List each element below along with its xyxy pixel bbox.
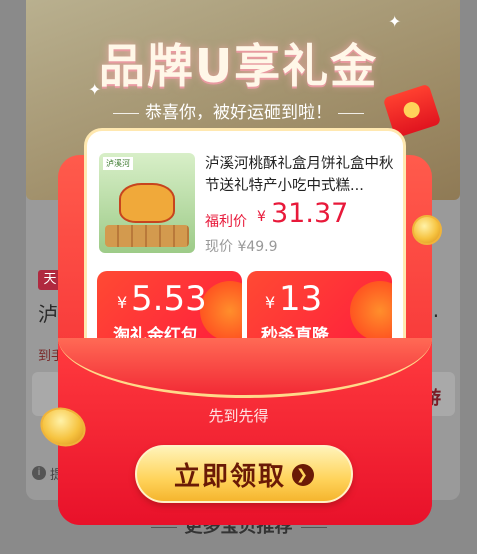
- coupon-currency: ¥: [117, 293, 128, 312]
- popup-title: 品牌U享礼金: [98, 39, 379, 93]
- chevron-right-icon: ❯: [292, 463, 314, 486]
- coupon-amount: 5.53: [131, 279, 207, 319]
- sparkle-icon: ✦: [388, 12, 402, 31]
- price-currency: ¥: [257, 209, 266, 225]
- coupon-currency: ¥: [265, 293, 276, 312]
- original-price: 现价 ¥49.9: [205, 239, 278, 255]
- coupon-decoration: [350, 281, 392, 341]
- first-come-text: 先到先得: [208, 407, 269, 425]
- pastries-graphic: [105, 225, 189, 247]
- welfare-price: 31.37: [271, 198, 349, 229]
- claim-now-button[interactable]: 立即领取 ❯: [135, 445, 353, 503]
- product-image: 泸溪河: [99, 153, 195, 253]
- tiger-graphic: [119, 183, 175, 223]
- product-title: 泸溪河桃酥礼盒月饼礼盒中秋节送礼特产小吃中式糕...: [205, 156, 394, 194]
- price-label: 福利价: [205, 214, 247, 230]
- coupon-amount: 13: [279, 279, 323, 319]
- claim-now-label: 立即领取: [173, 462, 286, 492]
- info-icon: i: [32, 466, 46, 480]
- product-image-brand: 泸溪河: [103, 157, 133, 170]
- background-title-left: 泸: [38, 302, 58, 326]
- coin-icon: [412, 215, 442, 245]
- popup-subtitle-text: 恭喜你，被好运砸到啦！: [145, 103, 332, 123]
